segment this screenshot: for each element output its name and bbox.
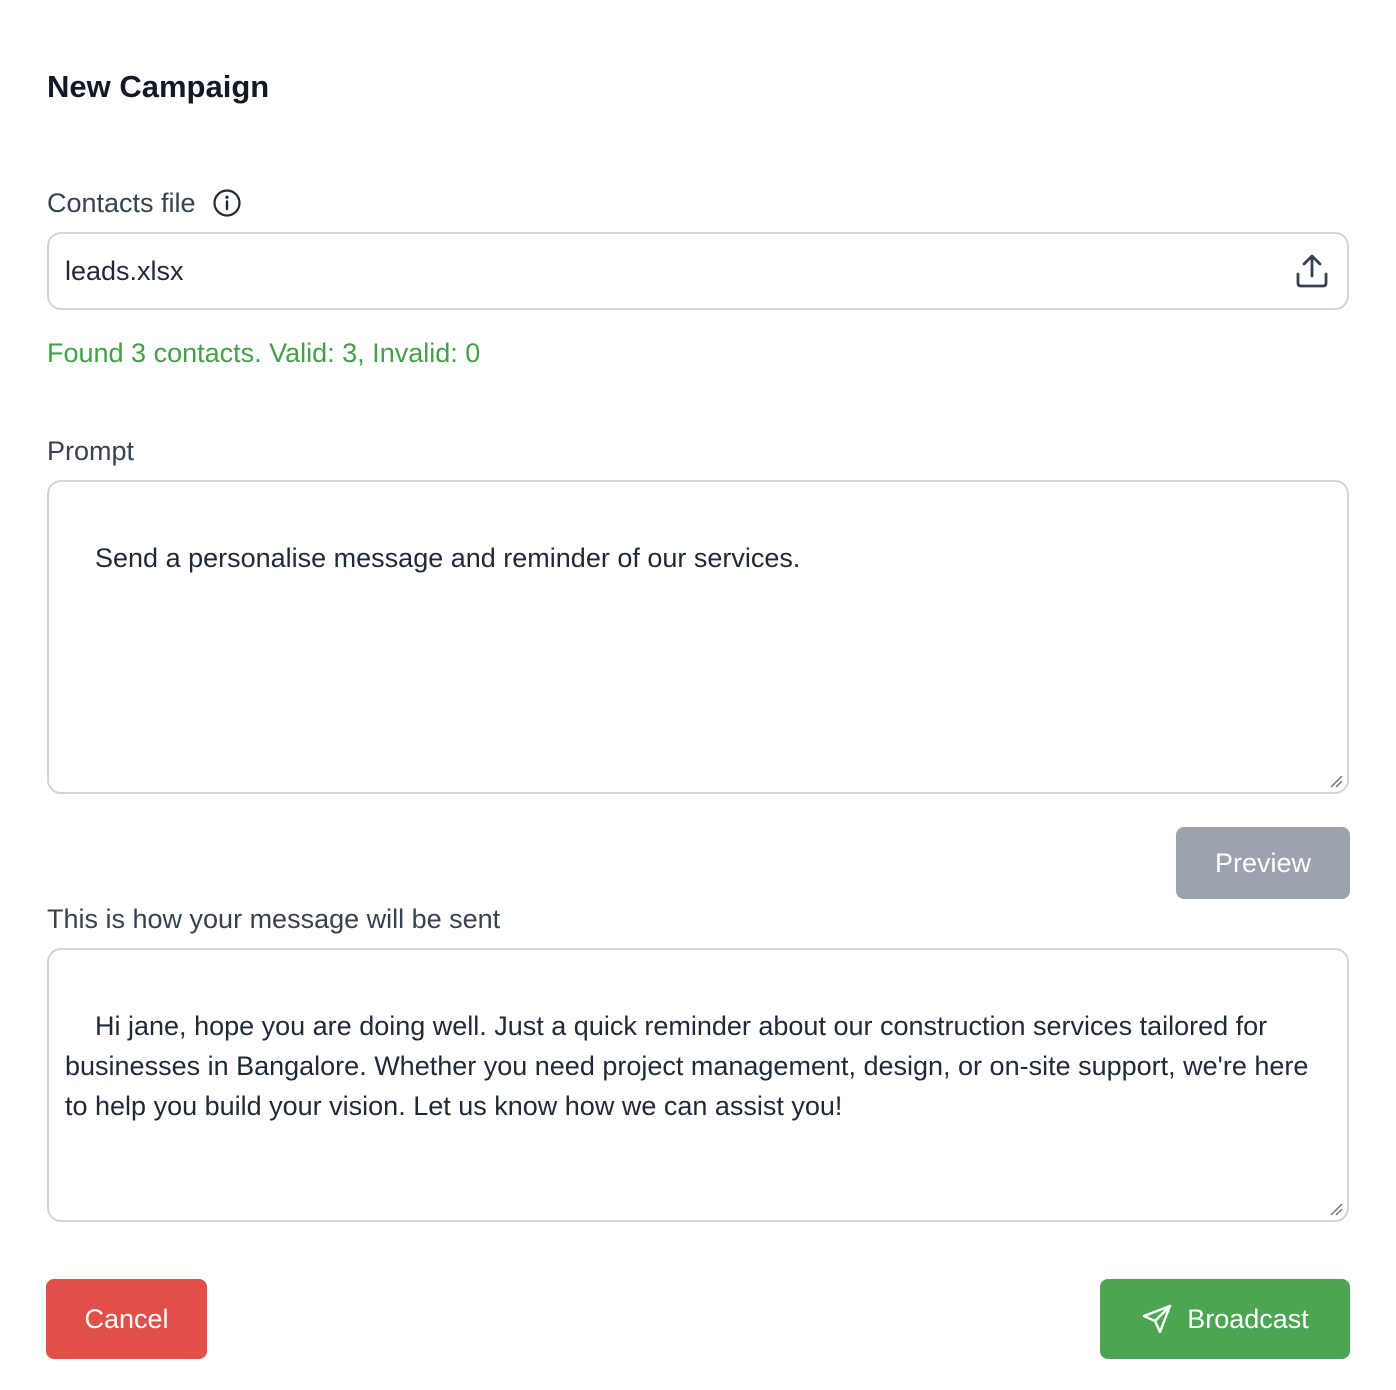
dialog-title: New Campaign (47, 69, 270, 104)
contacts-status-text: Found 3 contacts. Valid: 3, Invalid: 0 (47, 338, 481, 368)
preview-button[interactable]: Preview (1176, 827, 1350, 899)
prompt-text: Send a personalise message and reminder … (95, 543, 801, 573)
upload-icon[interactable] (1293, 252, 1331, 290)
preview-label: This is how your message will be sent (47, 904, 501, 934)
send-icon (1141, 1303, 1173, 1335)
prompt-label: Prompt (47, 436, 135, 466)
cancel-button[interactable]: Cancel (46, 1279, 207, 1359)
cancel-button-label: Cancel (84, 1303, 169, 1334)
contacts-file-input[interactable]: leads.xlsx (47, 232, 1349, 310)
contacts-file-label: Contacts file (47, 188, 196, 218)
contacts-file-name: leads.xlsx (65, 255, 184, 286)
message-preview-textarea[interactable]: Hi jane, hope you are doing well. Just a… (47, 948, 1349, 1222)
info-icon[interactable] (212, 188, 242, 218)
prompt-textarea[interactable]: Send a personalise message and reminder … (47, 480, 1349, 794)
broadcast-button[interactable]: Broadcast (1100, 1279, 1350, 1359)
new-campaign-dialog: New Campaign Contacts file leads.xlsx Fo… (0, 0, 1396, 1390)
broadcast-button-label: Broadcast (1187, 1303, 1309, 1334)
resize-grip-icon[interactable] (1329, 1202, 1343, 1216)
resize-grip-icon[interactable] (1329, 774, 1343, 788)
contacts-label-row: Contacts file (47, 186, 242, 220)
message-preview-text: Hi jane, hope you are doing well. Just a… (65, 1011, 1316, 1121)
